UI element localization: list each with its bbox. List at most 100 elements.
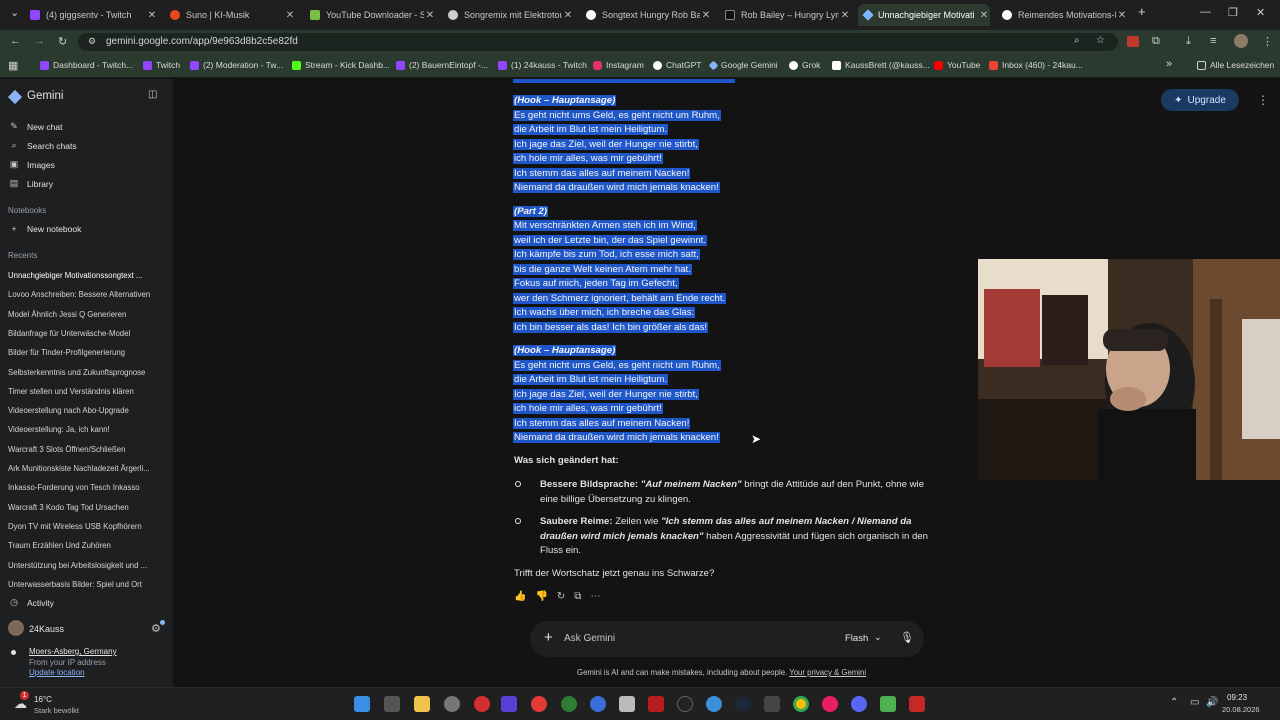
prompt-input[interactable]: Ask Gemini [564, 633, 615, 644]
recent-chat-item[interactable]: Unterwasserbasis Bilder: Spiel und Ort [8, 580, 160, 589]
recent-chat-item[interactable]: Videoerstellung nach Abo-Upgrade [8, 406, 160, 415]
clock-date[interactable]: 20.08.2026 [1222, 705, 1260, 714]
collapse-sidebar-icon[interactable]: ◫ [148, 89, 157, 100]
app-crimson-icon[interactable] [909, 696, 925, 712]
bookmark-item[interactable]: YouTube [934, 60, 980, 70]
recent-chat-item[interactable]: Timer stellen und Verständnis klären [8, 387, 160, 396]
library-button[interactable]: ▤ Library [8, 178, 166, 189]
address-bar[interactable]: ⚙ gemini.google.com/app/9e963d8b2c5e82fd… [78, 33, 1118, 51]
copy-icon[interactable]: ⧉ [574, 591, 581, 602]
close-icon[interactable]: ✕ [700, 10, 712, 21]
recent-chat-item[interactable]: Unterstützung bei Arbeitslosigkeit und .… [8, 561, 160, 570]
close-icon[interactable]: ✕ [146, 10, 158, 21]
more-icon[interactable]: ⋯ [590, 591, 600, 602]
restore-button[interactable]: ❐ [1228, 6, 1238, 19]
new-chat-button[interactable]: ✎ New chat [8, 121, 166, 132]
new-tab-button[interactable]: + [1138, 4, 1146, 19]
activity-button[interactable]: ◷ Activity [8, 597, 166, 608]
recent-chat-item[interactable]: Selbsterkenntnis und Zukunftsprognose [8, 368, 160, 377]
close-icon[interactable]: ✕ [1116, 10, 1128, 21]
images-button[interactable]: ▣ Images [8, 159, 166, 170]
close-icon[interactable]: ✕ [284, 10, 296, 21]
new-notebook-button[interactable]: + New notebook [8, 224, 166, 234]
discord-icon[interactable] [851, 696, 867, 712]
clock-time[interactable]: 09:23 [1227, 693, 1247, 702]
close-icon[interactable]: ✕ [562, 10, 574, 21]
recent-chat-item[interactable]: Bildanfrage für Unterwäsche-Model [8, 329, 160, 338]
tab-search-chevron-icon[interactable]: ⌄ [10, 6, 19, 19]
bookmark-item[interactable]: Inbox (460) - 24kau... [989, 60, 1083, 70]
bookmark-item[interactable]: (1) 24kauss - Twitch [498, 60, 587, 70]
thumbs-up-icon[interactable]: 👍 [514, 591, 526, 602]
close-window-button[interactable]: ✕ [1256, 6, 1265, 19]
close-icon[interactable]: ✕ [424, 10, 436, 21]
privacy-link[interactable]: Your privacy & Gemini [789, 668, 866, 677]
recent-chat-item[interactable]: Unnachgiebiger Motivationssongtext ... [8, 271, 160, 280]
extensions-icon[interactable]: ⧉ [1152, 35, 1160, 48]
bookmark-item[interactable]: Dashboard - Twitch... [40, 60, 133, 70]
tab-1[interactable]: (4) giggsentv - Twitch ✕ [30, 4, 158, 26]
all-bookmarks-button[interactable]: Alle Lesezeichen [1197, 60, 1274, 70]
update-location-link[interactable]: Update location [29, 668, 85, 677]
app-red-icon[interactable] [474, 696, 490, 712]
bookmark-item[interactable]: Google Gemini [708, 60, 778, 70]
bookmark-item[interactable]: (2) Moderation - Tw... [190, 60, 283, 70]
apps-grid-icon[interactable]: ▦ [8, 59, 18, 72]
tab-4[interactable]: Songremix mit Elektrotou ✕ [448, 4, 574, 26]
record-app-icon[interactable] [531, 696, 547, 712]
recent-chat-item[interactable]: Dyon TV mit Wireless USB Kopfhörern [8, 522, 160, 531]
tab-6[interactable]: Rob Bailey – Hungry Lyric ✕ [725, 4, 851, 26]
close-icon[interactable]: ✕ [839, 10, 851, 21]
app-sync-icon[interactable] [706, 696, 722, 712]
start-button[interactable] [354, 696, 370, 712]
bookmark-item[interactable]: Instagram [593, 60, 644, 70]
regenerate-icon[interactable]: ↻ [557, 591, 565, 602]
menu-dots-icon[interactable]: ⋮ [1262, 35, 1273, 48]
reload-icon[interactable]: ↻ [58, 35, 67, 48]
bookmark-item[interactable]: Twitch [143, 60, 180, 70]
recent-chat-item[interactable]: Model Ähnlich Jessi Q Generieren [8, 310, 160, 319]
mouse-app-icon[interactable] [444, 696, 460, 712]
v-app-icon[interactable] [501, 696, 517, 712]
zoom-icon[interactable]: ⌕ [1074, 35, 1080, 46]
app-gray-icon[interactable] [764, 696, 780, 712]
profile-avatar[interactable] [1234, 34, 1248, 48]
recent-chat-item[interactable]: Warcraft 3 Slots Öffnen/Schließen [8, 445, 160, 454]
search-chats-button[interactable]: ⌕ Search chats [8, 140, 166, 151]
app-green-icon[interactable] [561, 696, 577, 712]
tab-5[interactable]: Songtext Hungry Rob Ba ✕ [586, 4, 712, 26]
media-controls-icon[interactable]: ≡ [1210, 35, 1216, 47]
recent-chat-item[interactable]: Ark Munitionskiste Nachladezeit Ärgerli.… [8, 464, 160, 473]
model-selector[interactable]: Flash [845, 633, 868, 644]
bookmark-star-icon[interactable]: ☆ [1096, 35, 1105, 46]
download-icon[interactable]: ⤓ [1186, 35, 1191, 48]
obs-icon[interactable] [677, 696, 693, 712]
recent-chat-item[interactable]: Videoerstellung: Ja, ich kann! [8, 425, 160, 434]
calculator-icon[interactable] [384, 696, 400, 712]
tab-2[interactable]: Suno | KI-Musik ✕ [170, 4, 296, 26]
chrome-icon[interactable] [793, 696, 809, 712]
bookmark-item[interactable]: Stream - Kick Dashb... [292, 60, 390, 70]
upgrade-button[interactable]: ✦ Upgrade [1161, 89, 1239, 111]
user-avatar[interactable] [8, 620, 24, 636]
more-bookmarks-button[interactable]: » [1166, 58, 1172, 70]
chevron-down-icon[interactable]: ⌄ [874, 632, 882, 643]
recent-chat-item[interactable]: Warcraft 3 Kodo Tag Tod Ursachen [8, 503, 160, 512]
tray-chevron-icon[interactable]: ⌃ [1170, 697, 1178, 708]
bookmark-item[interactable]: (2) BauernEintopf -... [396, 60, 488, 70]
back-icon[interactable]: ← [10, 35, 21, 47]
thumbs-down-icon[interactable]: 👎 [535, 591, 547, 602]
more-options-icon[interactable]: ⋮ [1257, 93, 1269, 107]
microphone-icon[interactable]: 🎙 [900, 631, 914, 644]
app-darkred-icon[interactable] [648, 696, 664, 712]
tab-8[interactable]: Reimendes Motivations-I ✕ [1002, 4, 1128, 26]
volume-icon[interactable]: 🔊 [1206, 697, 1218, 708]
settings-gear-icon[interactable]: ⚙ [151, 622, 161, 635]
recent-chat-item[interactable]: Inkasso-Forderung von Tesch Inkasso [8, 483, 160, 492]
bookmark-item[interactable]: Grok [789, 60, 820, 70]
bookmark-item[interactable]: KaussBrett (@kauss... [832, 60, 930, 70]
app-lime-icon[interactable] [880, 696, 896, 712]
adblock-extension-icon[interactable] [1127, 36, 1139, 47]
close-icon[interactable]: ✕ [978, 10, 990, 21]
recent-chat-item[interactable]: Traum Erzählen Und Zuhören [8, 541, 160, 550]
